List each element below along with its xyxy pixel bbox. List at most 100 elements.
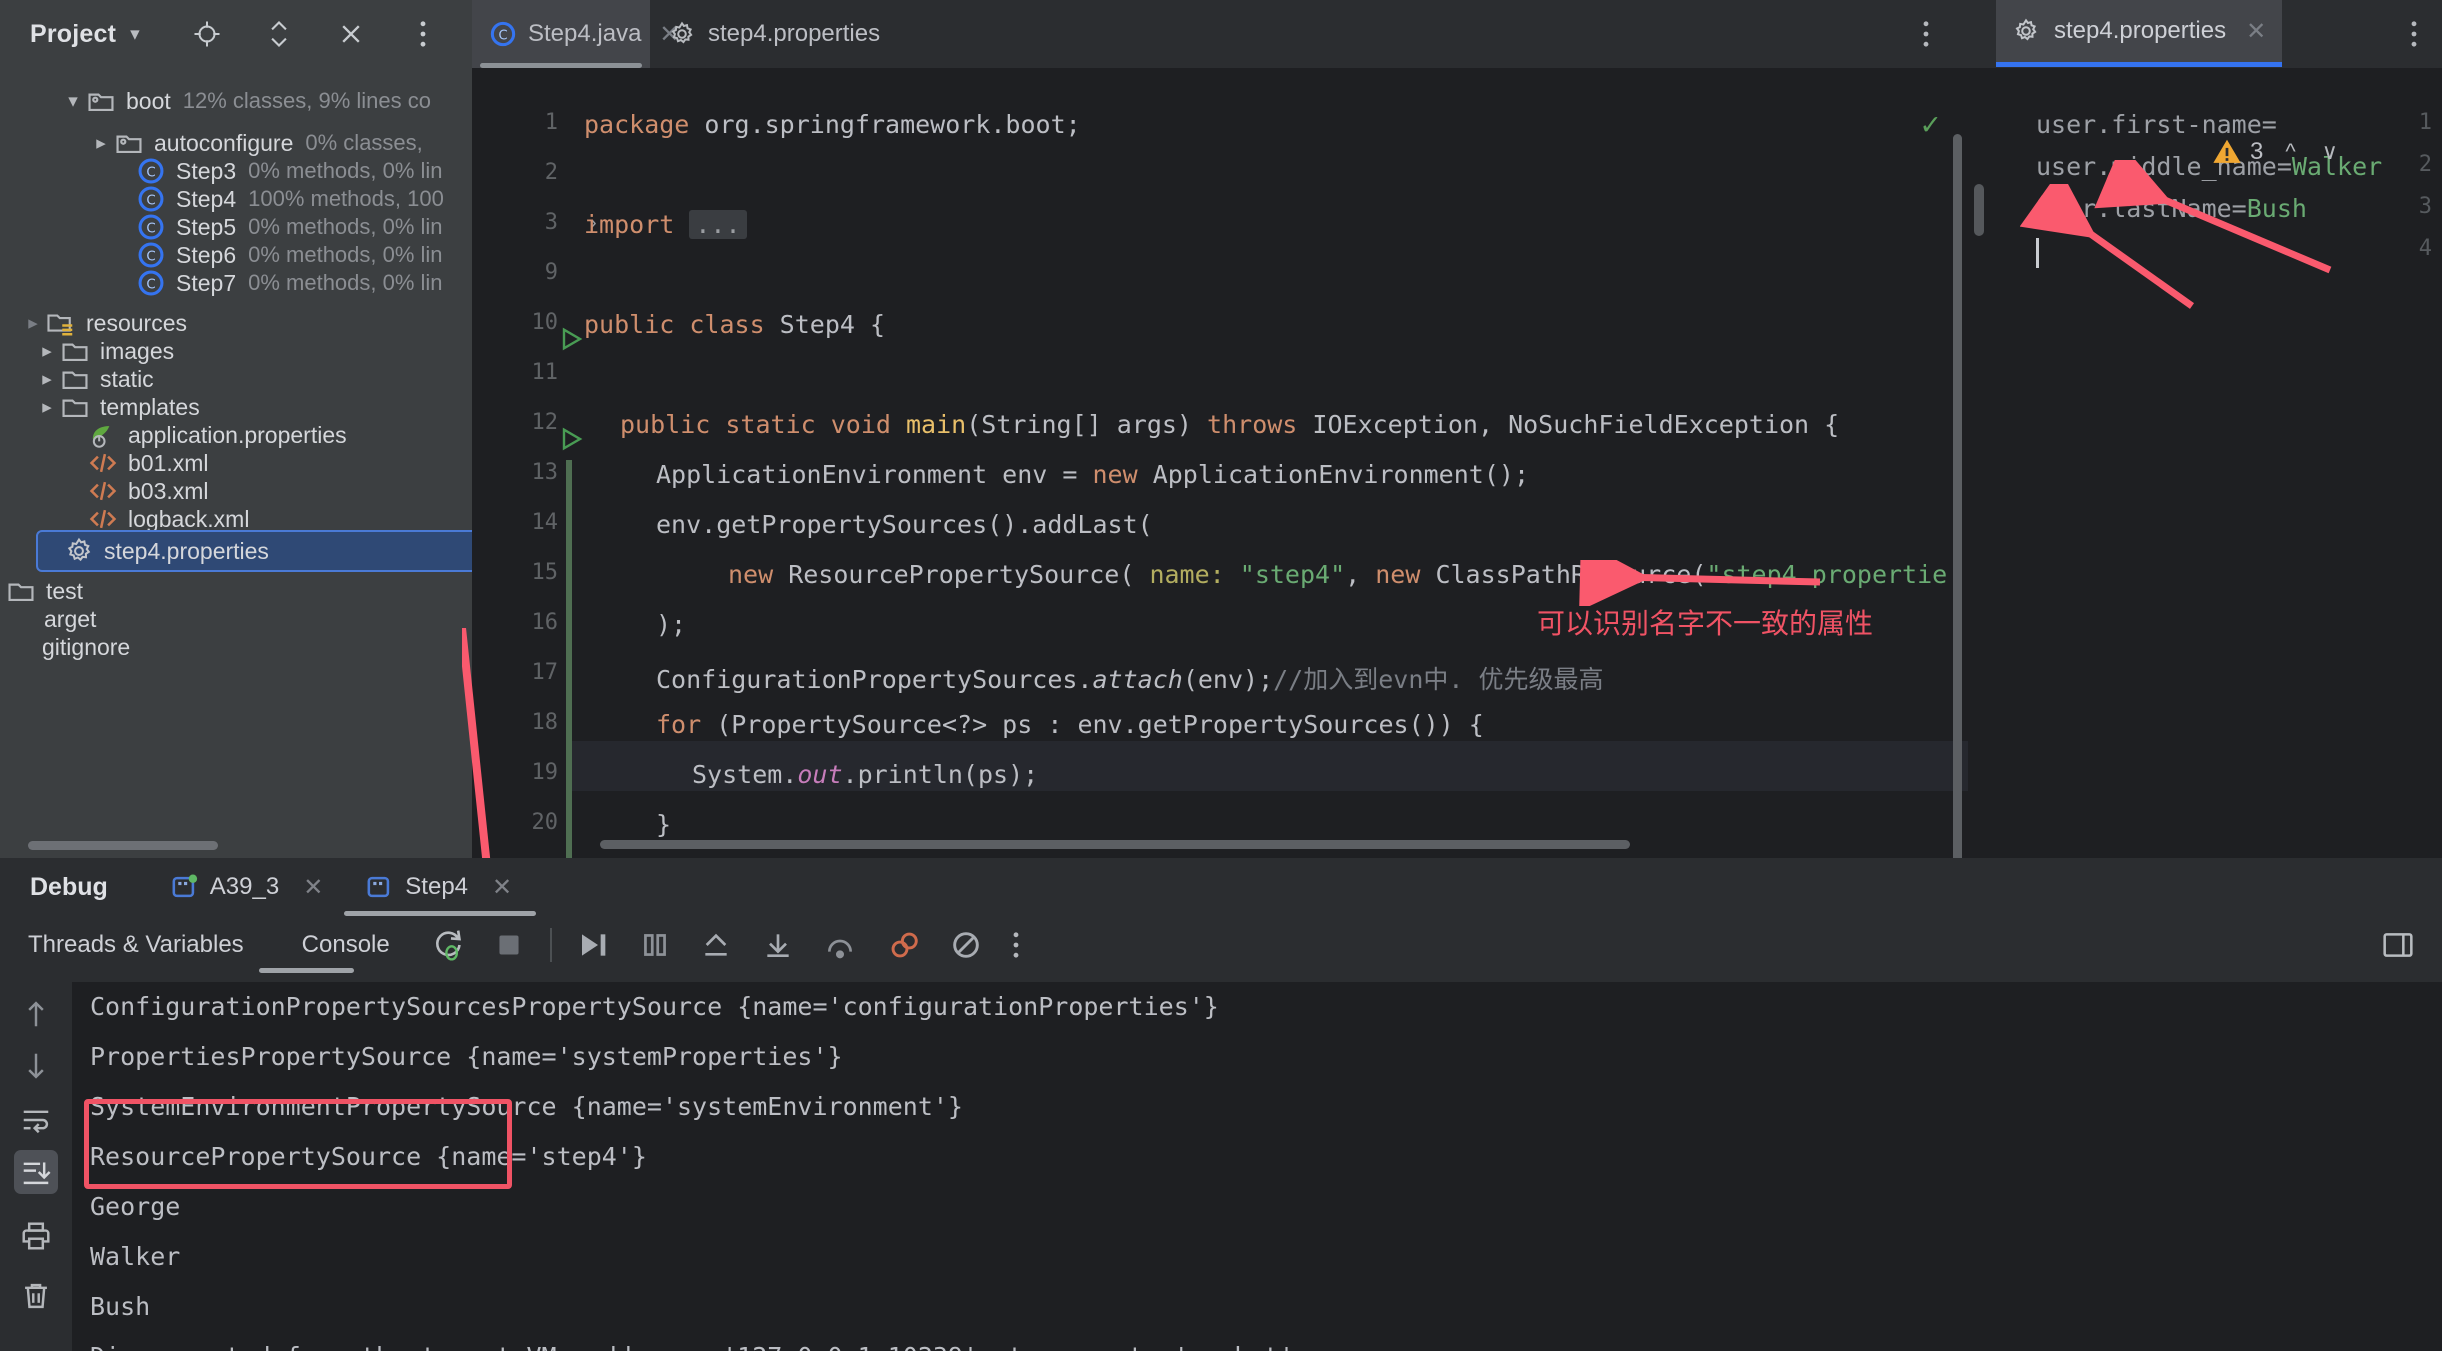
tree-item-coverage: 12% classes, 9% lines co <box>182 88 431 113</box>
toolbar-divider <box>549 928 552 962</box>
properties-line-1[interactable]: user.first-name= <box>2036 110 2277 139</box>
tab-console[interactable]: Console <box>302 931 390 959</box>
editor-tab-more-icon[interactable] <box>1922 20 1930 48</box>
close-icon[interactable]: ✕ <box>2246 17 2266 46</box>
chevron-right-icon[interactable]: ▸ <box>34 396 60 419</box>
checkmark-icon[interactable]: ✓ <box>1919 110 1942 141</box>
tab-threads-and-variables[interactable]: Threads & Variables <box>28 931 244 959</box>
debug-toolbar: Threads & Variables Console <box>0 916 2442 974</box>
vcs-change-marker <box>566 560 572 610</box>
run-config-icon <box>365 873 393 901</box>
view-breakpoints-icon[interactable] <box>950 929 982 961</box>
scroll-down-icon[interactable] <box>14 1044 58 1088</box>
ide-window: Project ▾ C Step4.java ✕ step4.propertie… <box>0 0 2442 1351</box>
editor-horizontal-scrollbar[interactable] <box>600 840 1630 849</box>
vcs-change-marker <box>566 460 572 510</box>
project-tree-panel[interactable]: ▾ boot 12% classes, 9% lines co ▸ autoconfig… <box>0 68 472 858</box>
line-number: 3 <box>544 210 558 235</box>
right-editor-tab-bar: step4.properties ✕ <box>1970 0 2442 68</box>
locate-icon[interactable] <box>192 19 222 49</box>
editor-tab-bar: C Step4.java ✕ step4.properties <box>472 0 1970 68</box>
debug-title: Debug <box>30 872 108 901</box>
tab-step4-properties[interactable]: step4.properties <box>650 0 898 68</box>
code-line-19[interactable]: System.out.println(ps); <box>692 760 1038 789</box>
java-class-icon: C <box>490 20 516 48</box>
code-content[interactable]: package org.springframework.boot; import … <box>566 68 1970 1139</box>
session-label: A39_3 <box>209 873 280 900</box>
rerun-debug-icon[interactable] <box>432 928 466 962</box>
chevron-down-icon[interactable]: ▾ <box>60 90 86 113</box>
scroll-up-icon[interactable] <box>14 992 58 1036</box>
resume-icon[interactable] <box>578 930 610 960</box>
step-out-icon[interactable] <box>700 930 732 960</box>
scroll-to-end-icon[interactable] <box>14 1150 58 1194</box>
run-config-icon <box>170 873 198 901</box>
debug-header: Debug A39_3 ✕ Step4 ✕ <box>0 858 2442 916</box>
line-number: 11 <box>531 360 559 385</box>
tab-step4-java[interactable]: C Step4.java ✕ <box>472 0 680 68</box>
clear-all-icon[interactable] <box>14 1274 58 1318</box>
code-line-10[interactable]: public class Step4 { <box>584 310 885 339</box>
project-panel-header: Project ▾ <box>0 0 510 68</box>
editor-vertical-scrollbar[interactable] <box>1953 134 1962 914</box>
properties-scroll-marker[interactable] <box>1974 184 1984 236</box>
debug-session-a39-3[interactable]: A39_3 ✕ <box>170 873 323 902</box>
step-into-icon[interactable] <box>762 930 794 960</box>
right-tab-step4-properties[interactable]: step4.properties ✕ <box>1996 0 2283 67</box>
code-line-3[interactable]: import ... <box>584 210 747 239</box>
layout-settings-icon[interactable] <box>2382 930 2414 960</box>
annotation-arrow-left <box>1579 560 1821 606</box>
code-line-14[interactable]: env.getPropertySources().addLast( <box>656 510 1153 539</box>
properties-line-number: 1 <box>2418 110 2432 135</box>
gear-icon <box>2012 17 2040 45</box>
line-number: 14 <box>531 510 559 535</box>
tab-label: Step4.java <box>528 20 642 47</box>
mute-breakpoints-icon[interactable] <box>888 929 920 961</box>
line-number: 12 <box>531 410 559 435</box>
code-line-18[interactable]: for (PropertySource<?> ps : env.getPrope… <box>656 710 1484 739</box>
pause-icon[interactable] <box>640 930 670 960</box>
tree-item-gitignore[interactable]: gitignore <box>0 626 138 668</box>
console-line: George <box>90 1192 181 1221</box>
debug-tool-window[interactable]: Debug A39_3 ✕ Step4 ✕ Threads & Variable… <box>0 858 2442 1351</box>
right-editor-more-icon[interactable] <box>2410 20 2418 48</box>
stop-icon[interactable] <box>494 930 524 960</box>
tree-item-step7[interactable]: C Step7 0% methods, 0% lin <box>110 262 451 304</box>
code-line-1[interactable]: package org.springframework.boot; <box>584 110 1081 139</box>
close-icon[interactable]: ✕ <box>303 873 323 902</box>
step-over-icon[interactable] <box>824 930 856 960</box>
svg-text:C: C <box>498 28 507 43</box>
console-line: PropertiesPropertySource {name='systemPr… <box>90 1042 843 1071</box>
code-editor[interactable]: 123›91011121314151617181920212223242526 … <box>462 68 1970 1290</box>
tab-label: step4.properties <box>2054 17 2227 44</box>
top-bar: Project ▾ C Step4.java ✕ step4.propertie… <box>0 0 2442 68</box>
print-icon[interactable] <box>14 1214 58 1258</box>
properties-line-number: 4 <box>2418 236 2432 261</box>
annotation-highlight-box <box>84 1099 512 1189</box>
debug-session-step4[interactable]: Step4 ✕ <box>365 873 512 902</box>
more-icon[interactable] <box>1012 931 1020 959</box>
code-line-12[interactable]: public static void main(String[] args) t… <box>620 410 1839 439</box>
code-line-17[interactable]: ConfigurationPropertySources.attach(env)… <box>656 660 1604 696</box>
property-key: user.first-name= <box>2036 110 2277 139</box>
tree-item-boot[interactable]: ▾ boot 12% classes, 9% lines co <box>60 80 439 122</box>
console-line: Disconnected from the target VM, address… <box>90 1342 1294 1351</box>
soft-wrap-icon[interactable] <box>14 1098 58 1142</box>
active-tab-underline <box>259 968 354 973</box>
console-output[interactable]: ConfigurationPropertySourcesPropertySour… <box>72 982 2442 1351</box>
code-line-13[interactable]: ApplicationEnvironment env = new Applica… <box>656 460 1529 489</box>
properties-editor[interactable]: 1 user.first-name= 2 user.middle_name=Walke… <box>1970 68 2442 858</box>
more-icon[interactable] <box>408 19 438 49</box>
line-number: 10 <box>531 310 559 335</box>
expand-collapse-icon[interactable] <box>264 19 294 49</box>
console-line: Walker <box>90 1242 181 1271</box>
annotation-arrow-last-name <box>2020 184 2195 309</box>
close-icon[interactable]: ✕ <box>492 873 512 902</box>
chevron-down-icon[interactable]: ▾ <box>130 23 140 46</box>
tree-item-step4-properties[interactable]: step4.properties <box>36 530 472 572</box>
project-horizontal-scrollbar[interactable] <box>28 841 218 850</box>
line-number: 15 <box>531 560 559 585</box>
annotation-chinese-note: 可以识别名字不一致的属性 <box>1537 607 1874 640</box>
close-icon[interactable] <box>336 19 366 49</box>
gear-icon <box>668 20 696 48</box>
